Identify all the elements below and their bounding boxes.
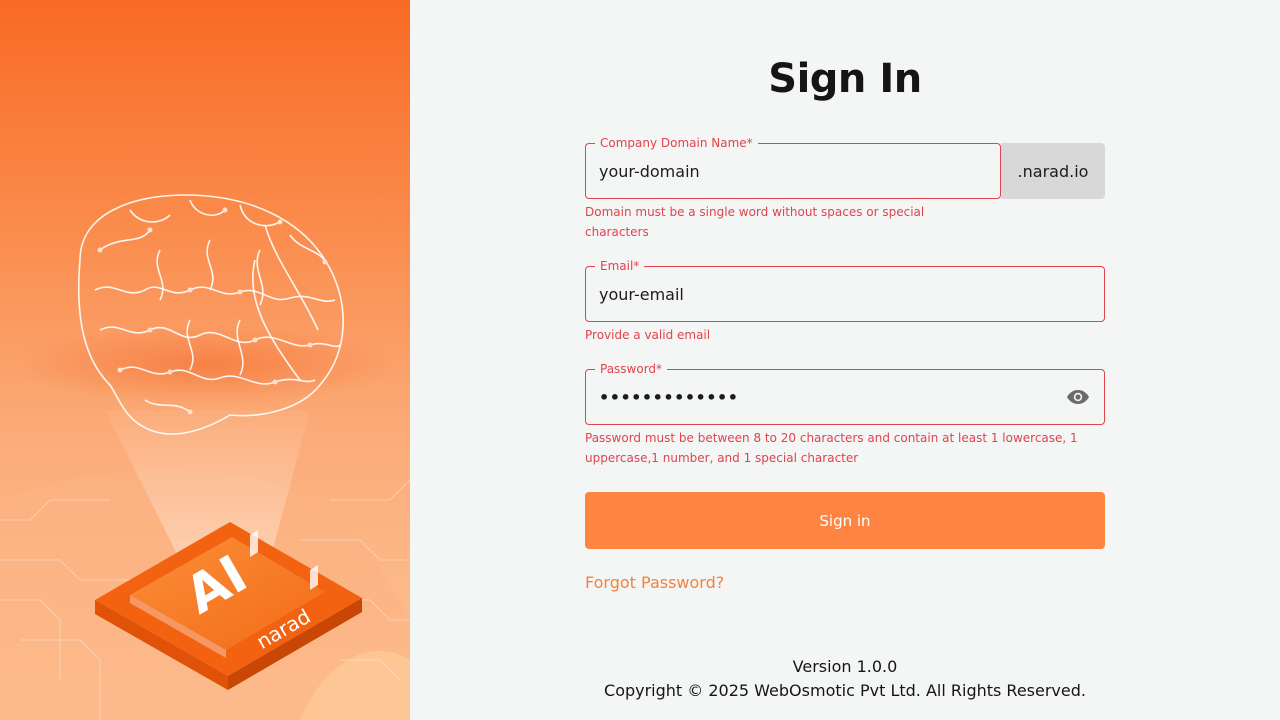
- domain-error-line1: Domain must be a single word without spa…: [585, 205, 925, 219]
- signin-button[interactable]: Sign in: [585, 492, 1105, 549]
- password-error-line2: uppercase,1 number, and 1 special charac…: [585, 451, 859, 465]
- password-error-line1: Password must be between 8 to 20 charact…: [585, 431, 1078, 445]
- password-field-value[interactable]: •••••••••••••: [599, 370, 738, 424]
- password-field[interactable]: Password* •••••••••••••: [585, 361, 1105, 425]
- domain-field[interactable]: Company Domain Name* your-domain: [585, 135, 1001, 199]
- domain-suffix: .narad.io: [1001, 143, 1105, 199]
- domain-field-value[interactable]: your-domain: [599, 144, 700, 198]
- hero-illustration: AI narad: [0, 194, 410, 720]
- hero-illustration-panel: AI narad: [0, 0, 410, 720]
- brain-glow: [15, 325, 395, 405]
- email-error: Provide a valid email: [585, 328, 711, 342]
- domain-error-line2: characters: [585, 225, 649, 239]
- copyright-text: Copyright © 2025 WebOsmotic Pvt Ltd. All…: [604, 681, 1086, 700]
- version-text: Version 1.0.0: [792, 657, 898, 676]
- forgot-password-link[interactable]: Forgot Password?: [585, 573, 724, 592]
- email-field[interactable]: Email* your-email: [585, 258, 1105, 322]
- eye-icon[interactable]: [1066, 385, 1090, 409]
- email-field-value[interactable]: your-email: [599, 267, 684, 321]
- signin-panel: Sign In Company Domain Name* your-domain…: [410, 0, 1280, 720]
- page-title: Sign In: [768, 56, 922, 102]
